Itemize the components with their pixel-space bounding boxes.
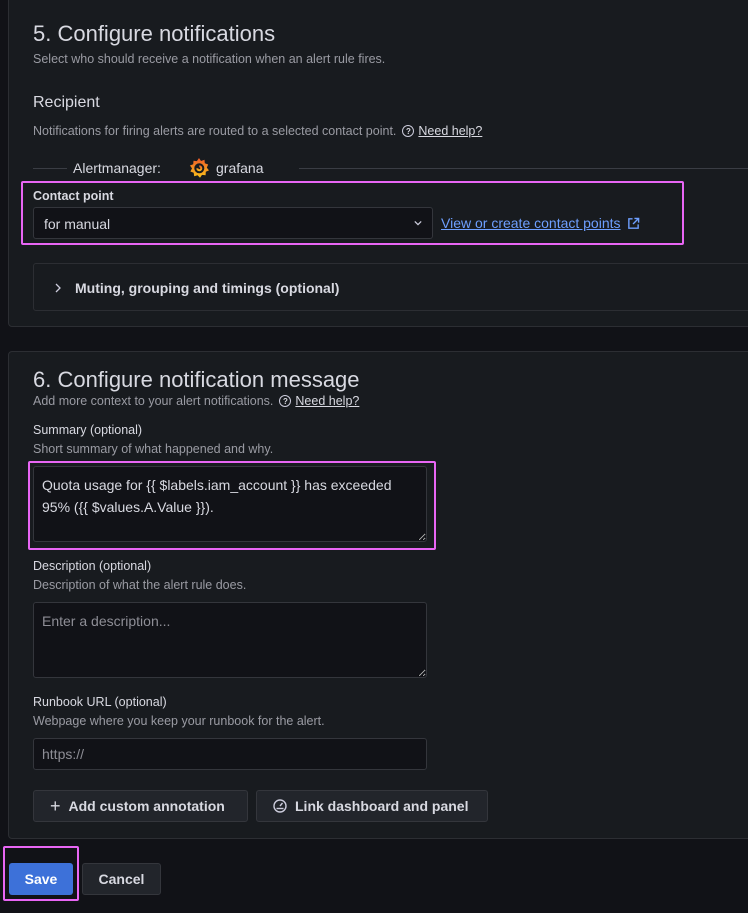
- summary-highlight: [28, 461, 436, 550]
- recipient-description: Notifications for firing alerts are rout…: [33, 124, 482, 138]
- need-help-text[interactable]: Need help?: [418, 124, 482, 138]
- description-textarea[interactable]: [33, 602, 427, 678]
- alertmanager-label: Alertmanager:: [73, 160, 161, 176]
- grafana-logo-icon: [189, 158, 209, 178]
- section-subtitle-text: Add more context to your alert notificat…: [33, 394, 274, 408]
- link-dashboard-panel-label: Link dashboard and panel: [295, 798, 469, 814]
- need-help-text[interactable]: Need help?: [295, 394, 359, 408]
- cancel-button[interactable]: Cancel: [82, 863, 161, 895]
- need-help-link[interactable]: ? Need help?: [402, 124, 482, 138]
- alert-rule-form: 5. Configure notifications Select who sh…: [0, 0, 748, 913]
- runbook-description: Webpage where you keep your runbook for …: [33, 714, 325, 728]
- contact-point-highlight: [21, 181, 684, 245]
- recipient-heading: Recipient: [33, 94, 100, 111]
- muting-grouping-collapse[interactable]: Muting, grouping and timings (optional): [33, 263, 748, 311]
- save-highlight: [3, 846, 79, 901]
- question-circle-icon: ?: [402, 125, 415, 137]
- divider-line: [299, 168, 748, 169]
- chevron-right-icon: [55, 283, 61, 293]
- divider-line: [33, 168, 67, 169]
- plus-icon: +: [50, 795, 61, 816]
- alertmanager-divider: Alertmanager: grafana: [33, 152, 748, 184]
- description-description: Description of what the alert rule does.: [33, 578, 247, 592]
- add-custom-annotation-button[interactable]: + Add custom annotation: [33, 790, 248, 822]
- runbook-url-input[interactable]: [33, 738, 427, 770]
- dashboard-gauge-icon: [273, 799, 287, 813]
- section-subtitle: Select who should receive a notification…: [33, 52, 386, 66]
- summary-description: Short summary of what happened and why.: [33, 442, 274, 456]
- section-subtitle: Add more context to your alert notificat…: [33, 394, 359, 408]
- need-help-link[interactable]: ? Need help?: [279, 394, 359, 408]
- summary-label: Summary (optional): [33, 423, 143, 437]
- alertmanager-name: grafana: [216, 160, 264, 176]
- add-custom-annotation-label: Add custom annotation: [68, 798, 225, 814]
- link-dashboard-panel-button[interactable]: Link dashboard and panel: [256, 790, 488, 822]
- section-title: 5. Configure notifications: [33, 21, 276, 46]
- runbook-label: Runbook URL (optional): [33, 695, 167, 709]
- section-title: 6. Configure notification message: [33, 367, 360, 392]
- recipient-description-text: Notifications for firing alerts are rout…: [33, 124, 397, 138]
- configure-message-section: 6. Configure notification message Add mo…: [8, 351, 748, 839]
- description-label: Description (optional): [33, 559, 152, 573]
- muting-grouping-label: Muting, grouping and timings (optional): [75, 280, 340, 296]
- question-circle-icon: ?: [279, 395, 292, 407]
- configure-notifications-section: 5. Configure notifications Select who sh…: [8, 0, 748, 327]
